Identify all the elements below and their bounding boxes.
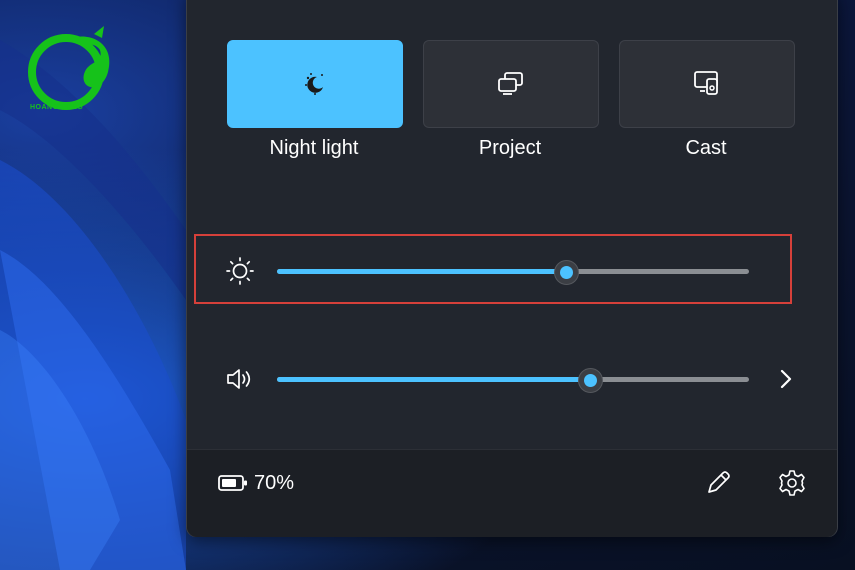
night-light-button[interactable] (227, 40, 403, 128)
brightness-highlight-box (194, 234, 792, 304)
night-light-icon (305, 73, 323, 95)
cast-button[interactable] (619, 40, 795, 128)
volume-slider-row (187, 354, 837, 404)
project-label: Project (478, 137, 542, 159)
battery-icon (218, 475, 247, 491)
logo-text: HOANG LONG (30, 104, 84, 111)
pencil-icon[interactable] (703, 468, 733, 498)
cast-label: Cast (685, 137, 727, 159)
volume-slider[interactable] (277, 368, 749, 393)
project-icon (498, 72, 523, 95)
quick-settings-footer: 70% (187, 449, 837, 537)
gear-icon[interactable] (777, 468, 807, 498)
battery-percentage[interactable]: 70% (254, 472, 294, 495)
night-light-label: Night light (269, 137, 359, 159)
chevron-right-icon[interactable] (775, 366, 797, 392)
volume-slider-fill (277, 377, 589, 382)
project-button[interactable] (423, 40, 599, 128)
speaker-icon (227, 369, 251, 389)
volume-slider-thumb[interactable] (577, 368, 603, 393)
hoang-long-logo (24, 20, 120, 116)
cast-icon (694, 71, 718, 95)
